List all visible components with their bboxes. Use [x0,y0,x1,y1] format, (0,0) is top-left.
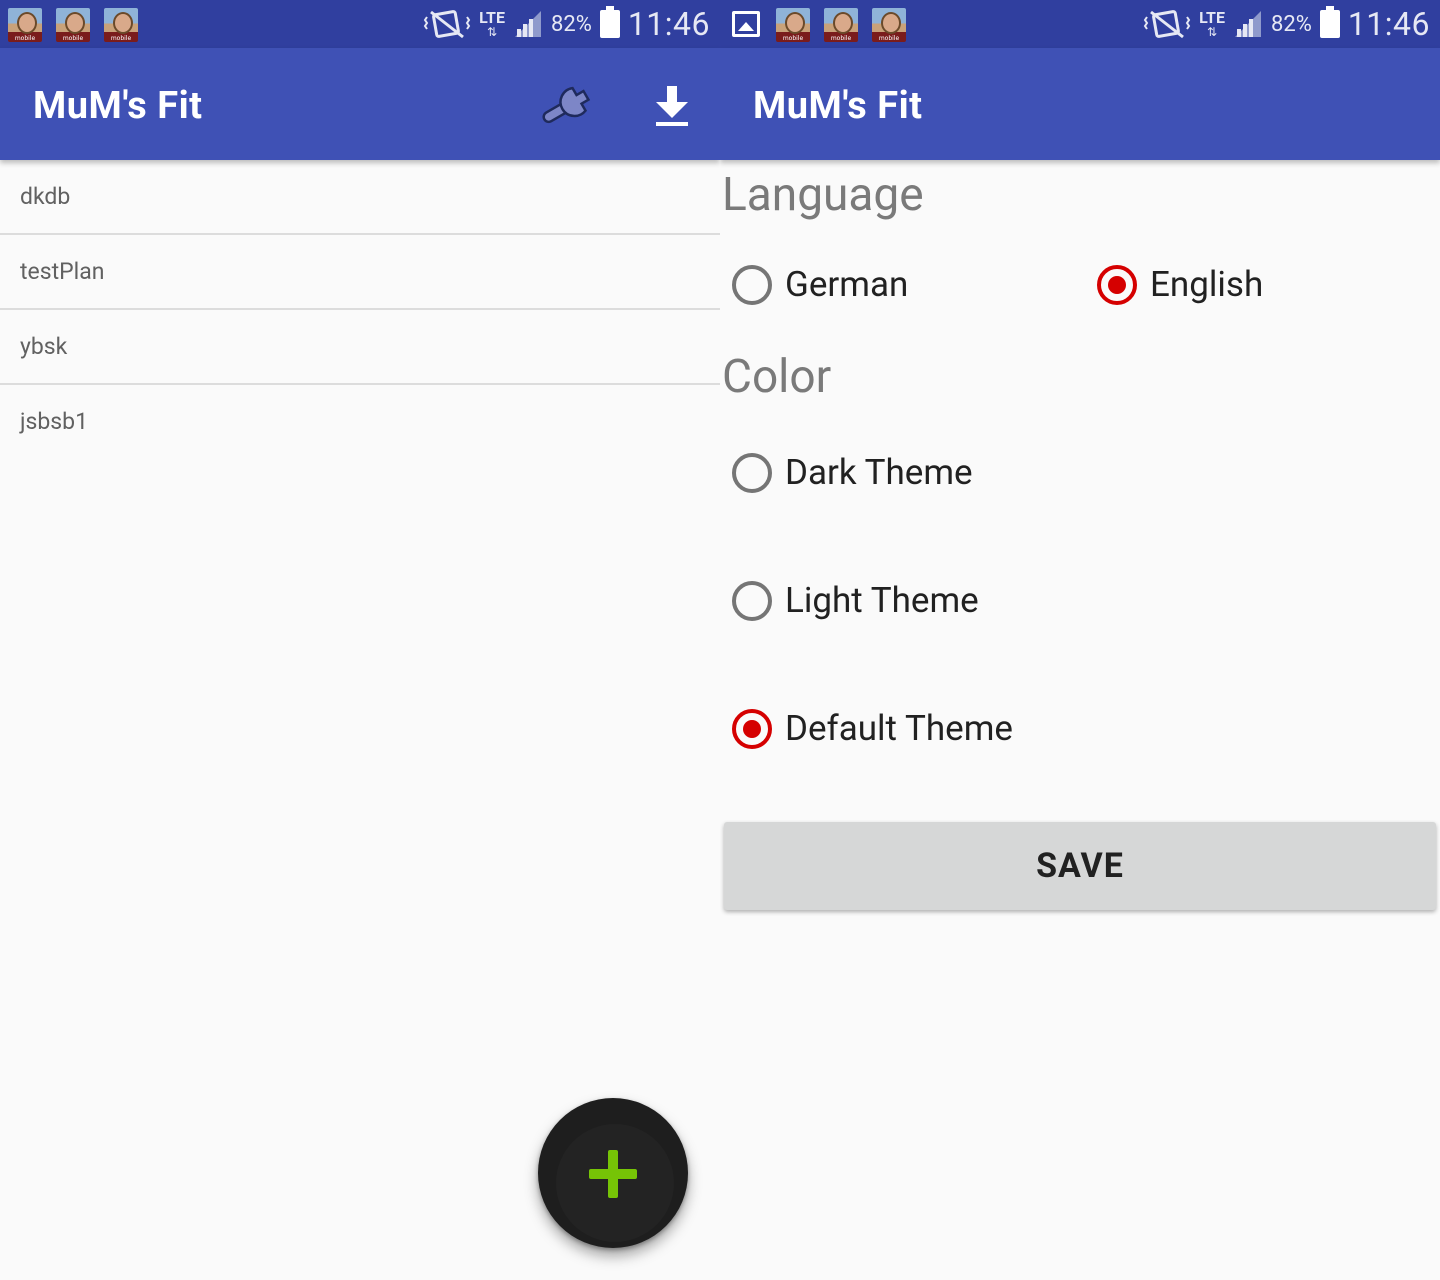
download-icon[interactable] [646,80,698,132]
color-section-title: Color [722,350,832,404]
radio-dark-theme[interactable]: Dark Theme [732,452,973,493]
notification-icon: mobile [824,8,858,42]
list-item[interactable]: ybsk [0,310,720,385]
vibrate-icon [1143,10,1191,39]
lte-icon: LTE ⇅ [1199,8,1225,39]
vibrate-icon [423,10,471,39]
signal-icon [1234,11,1261,37]
radio-german[interactable]: German [732,264,908,305]
radio-button-icon[interactable] [732,452,772,493]
radio-english[interactable]: English [1097,264,1263,305]
radio-default-theme[interactable]: Default Theme [732,708,1013,749]
notification-icon: mobile [56,8,90,42]
list-item[interactable]: testPlan [0,235,720,310]
app-title: MuM's Fit [753,84,923,128]
radio-button-icon[interactable] [732,264,772,305]
clock: 11:46 [1347,5,1430,43]
battery-icon [1319,6,1340,38]
app-bar: MuM's Fit [0,48,720,160]
status-bar: mobile mobile mobile LTE ⇅ 82% 11:46 [0,0,720,48]
gallery-notification-icon [732,11,760,37]
notification-icon: mobile [776,8,810,42]
app-title: MuM's Fit [33,84,203,128]
radio-button-icon[interactable] [732,580,772,621]
battery-percent: 82% [1270,11,1312,37]
language-section-title: Language [722,168,924,222]
radio-light-theme[interactable]: Light Theme [732,580,979,621]
battery-icon [599,6,620,38]
settings-screen: mobile mobile mobile LTE ⇅ 82% 11:46 MuM… [720,0,1440,1280]
plus-icon [589,1150,637,1198]
battery-percent: 82% [550,11,592,37]
notification-icon: mobile [8,8,42,42]
radio-button-icon[interactable] [732,708,772,749]
add-plan-button[interactable] [538,1098,688,1248]
list-item[interactable]: jsbsb1 [0,385,720,460]
plans-screen: mobile mobile mobile LTE ⇅ 82% 11:46 MuM… [0,0,720,1280]
radio-button-icon[interactable] [1097,264,1137,305]
list-item[interactable]: dkdb [0,160,720,235]
notification-icon: mobile [104,8,138,42]
save-button[interactable]: SAVE [724,822,1436,910]
app-bar: MuM's Fit [720,48,1440,160]
lte-icon: LTE ⇅ [479,8,505,39]
status-bar: mobile mobile mobile LTE ⇅ 82% 11:46 [720,0,1440,48]
notification-icon: mobile [872,8,906,42]
clock: 11:46 [627,5,710,43]
signal-icon [514,11,541,37]
wrench-icon[interactable] [534,74,604,134]
